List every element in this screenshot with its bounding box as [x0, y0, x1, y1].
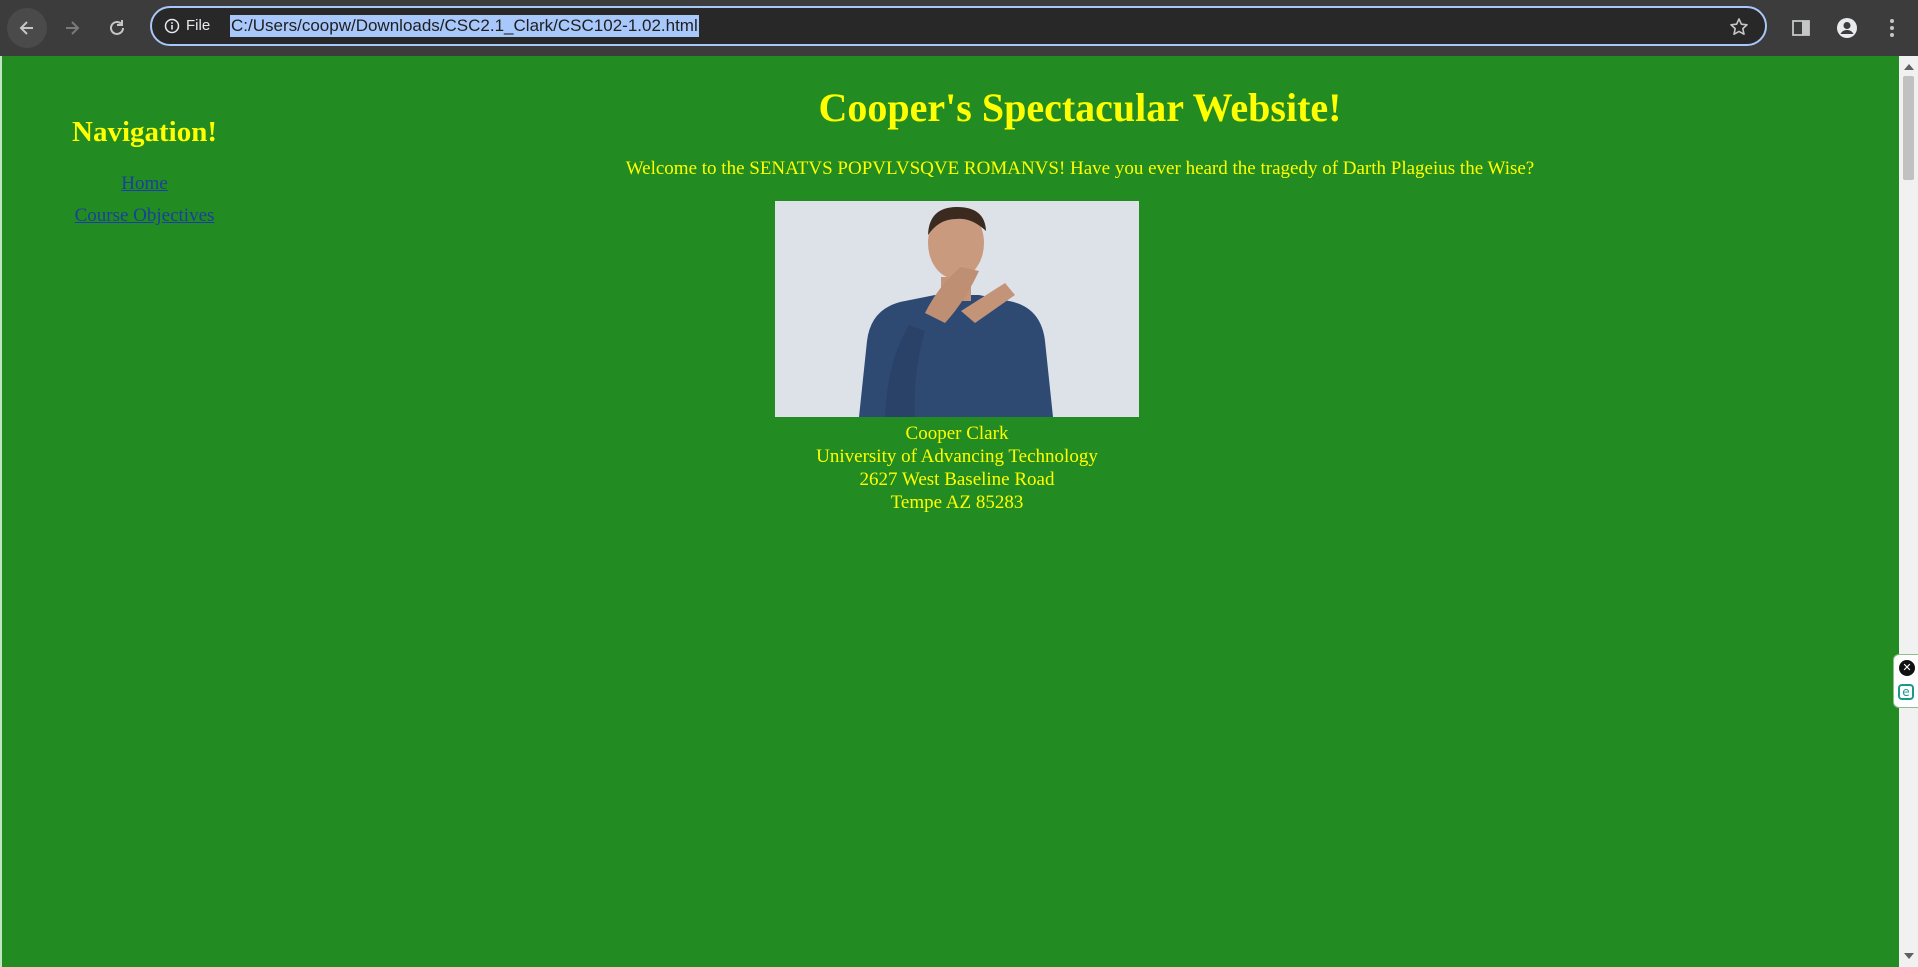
browser-menu-button[interactable] [1880, 16, 1904, 40]
contact-city: Tempe AZ 85283 [890, 492, 1024, 513]
page-viewport: Navigation! Home Course Objectives Coope… [0, 56, 1899, 967]
extension-logo-icon[interactable]: e [1898, 684, 1914, 700]
scrollbar-thumb[interactable] [1903, 76, 1914, 180]
page-title: Cooper's Spectacular Website! [818, 85, 1342, 130]
welcome-text: Welcome to the SENATVS POPVLVSQVE ROMANV… [625, 158, 1535, 179]
contact-school: University of Advancing Technology [816, 446, 1098, 467]
scroll-up-arrow-icon[interactable] [1904, 64, 1914, 70]
navigation-heading: Navigation! [72, 116, 217, 148]
profile-avatar-icon [1837, 18, 1857, 38]
nav-link-course-objectives[interactable]: Course Objectives [57, 205, 232, 227]
back-button[interactable] [7, 8, 47, 48]
bookmark-star-icon[interactable] [1729, 17, 1749, 37]
info-icon [164, 18, 180, 33]
vertical-scrollbar[interactable] [1899, 56, 1918, 967]
navigation-panel: Navigation! Home Course Objectives [57, 116, 232, 227]
arrow-left-icon [19, 21, 33, 35]
scroll-down-arrow-icon[interactable] [1904, 953, 1914, 959]
close-icon[interactable]: ✕ [1899, 660, 1915, 676]
browser-toolbar: File C:/Users/coopw/Downloads/CSC2.1_Cla… [0, 0, 1918, 56]
nav-link-home[interactable]: Home [57, 173, 232, 195]
contact-street: 2627 West Baseline Road [859, 469, 1055, 490]
extension-side-widget: ✕ e [1893, 654, 1918, 708]
address-bar[interactable]: File C:/Users/coopw/Downloads/CSC2.1_Cla… [150, 6, 1767, 46]
person-photo-illustration [775, 201, 1139, 417]
reload-button[interactable] [97, 8, 137, 48]
site-info-label: File [186, 17, 211, 34]
reload-icon [110, 20, 124, 35]
contact-address: Cooper Clark University of Advancing Tec… [737, 422, 1177, 514]
arrow-right-icon [66, 21, 80, 35]
site-info-chip[interactable]: File [164, 17, 210, 34]
forward-button[interactable] [52, 8, 92, 48]
more-vertical-icon [1890, 19, 1894, 37]
side-panel-button[interactable] [1789, 16, 1813, 40]
side-panel-icon [1792, 20, 1810, 36]
profile-button[interactable] [1835, 16, 1859, 40]
contact-name: Cooper Clark [905, 423, 1009, 444]
profile-photo [775, 201, 1139, 417]
url-text[interactable]: C:/Users/coopw/Downloads/CSC2.1_Clark/CS… [230, 15, 699, 37]
